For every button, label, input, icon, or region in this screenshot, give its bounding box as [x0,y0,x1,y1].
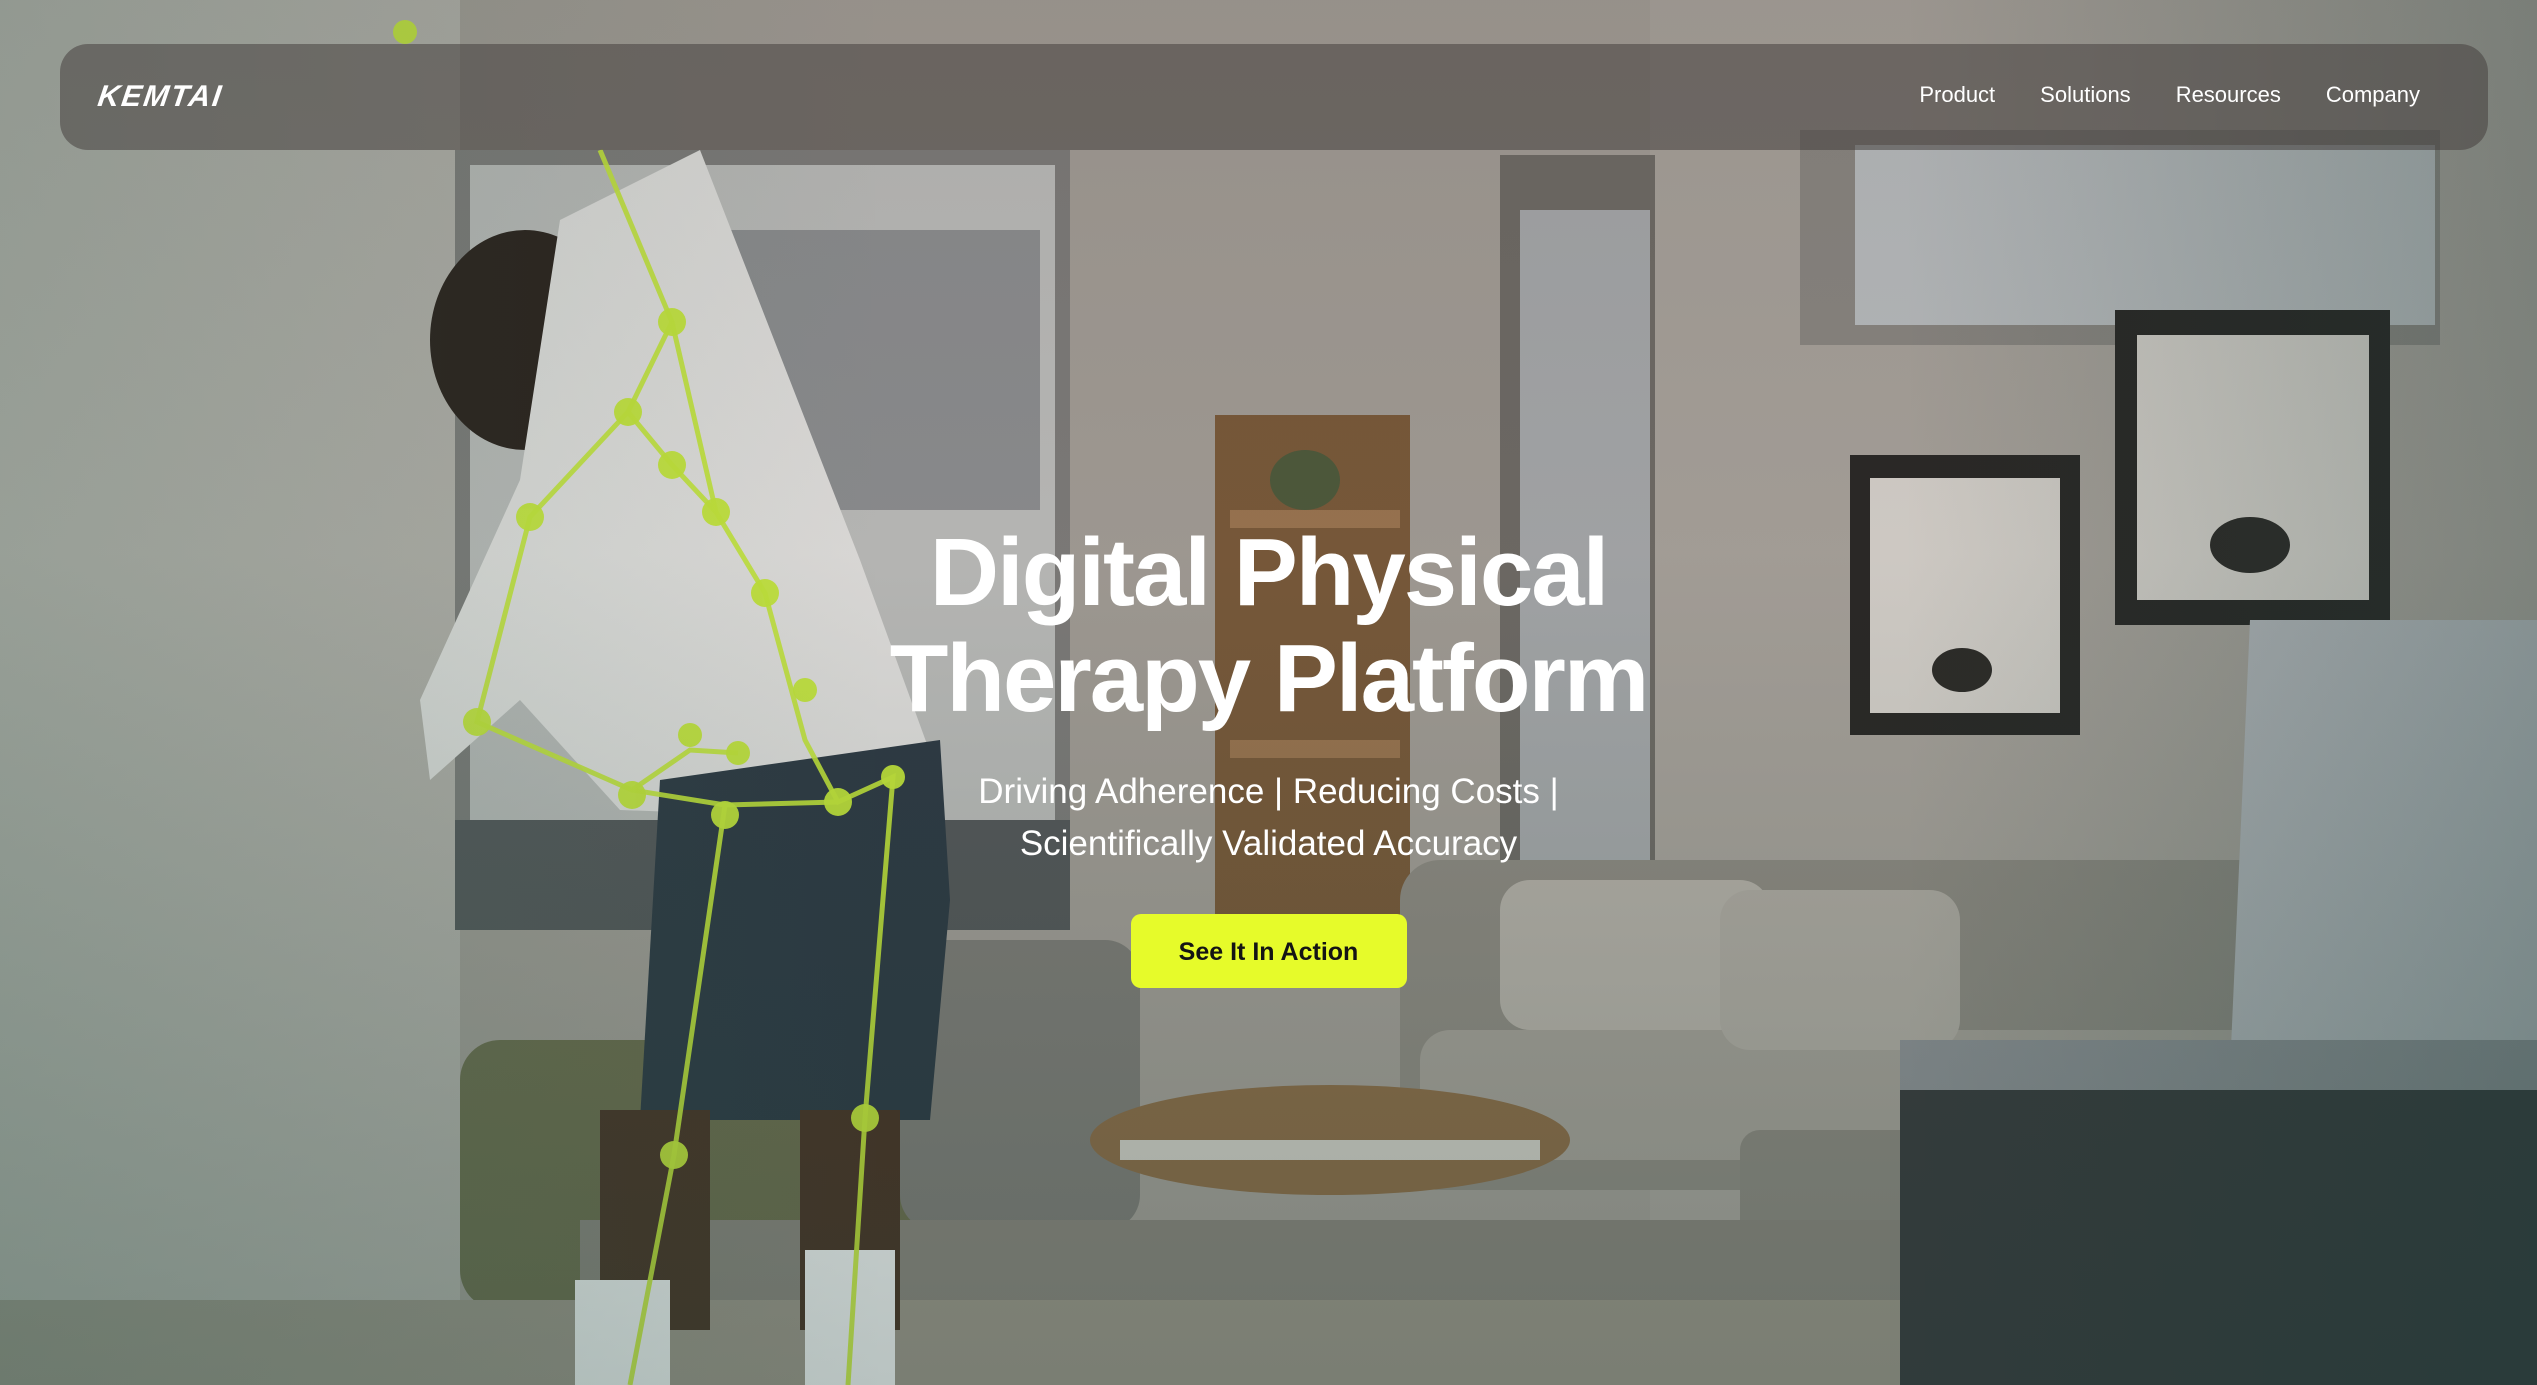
hero-section: KEMTAI Product Solutions Resources Compa… [0,0,2537,1385]
nav-item-product[interactable]: Product [1919,82,1995,108]
top-navbar: KEMTAI Product Solutions Resources Compa… [60,44,2488,150]
nav-item-solutions[interactable]: Solutions [2040,82,2131,108]
hero-subtitle: Driving Adherence | Reducing Costs | Sci… [0,766,2537,870]
hero-content: Digital Physical Therapy Platform Drivin… [0,520,2537,988]
hero-title-line-1: Digital Physical [929,519,1610,626]
see-it-in-action-button[interactable]: See It In Action [1130,914,1407,988]
hero-title-line-2: Therapy Platform [889,625,1650,732]
kemtai-logo[interactable]: KEMTAI [96,80,225,114]
main-nav: Product Solutions Resources Company [1919,82,2420,108]
nav-item-company[interactable]: Company [2326,82,2420,108]
hero-subtitle-line-1: Driving Adherence | Reducing Costs | [978,772,1559,811]
nav-item-resources[interactable]: Resources [2176,82,2281,108]
hero-title: Digital Physical Therapy Platform [0,520,2537,732]
hero-subtitle-line-2: Scientifically Validated Accuracy [1019,824,1518,863]
